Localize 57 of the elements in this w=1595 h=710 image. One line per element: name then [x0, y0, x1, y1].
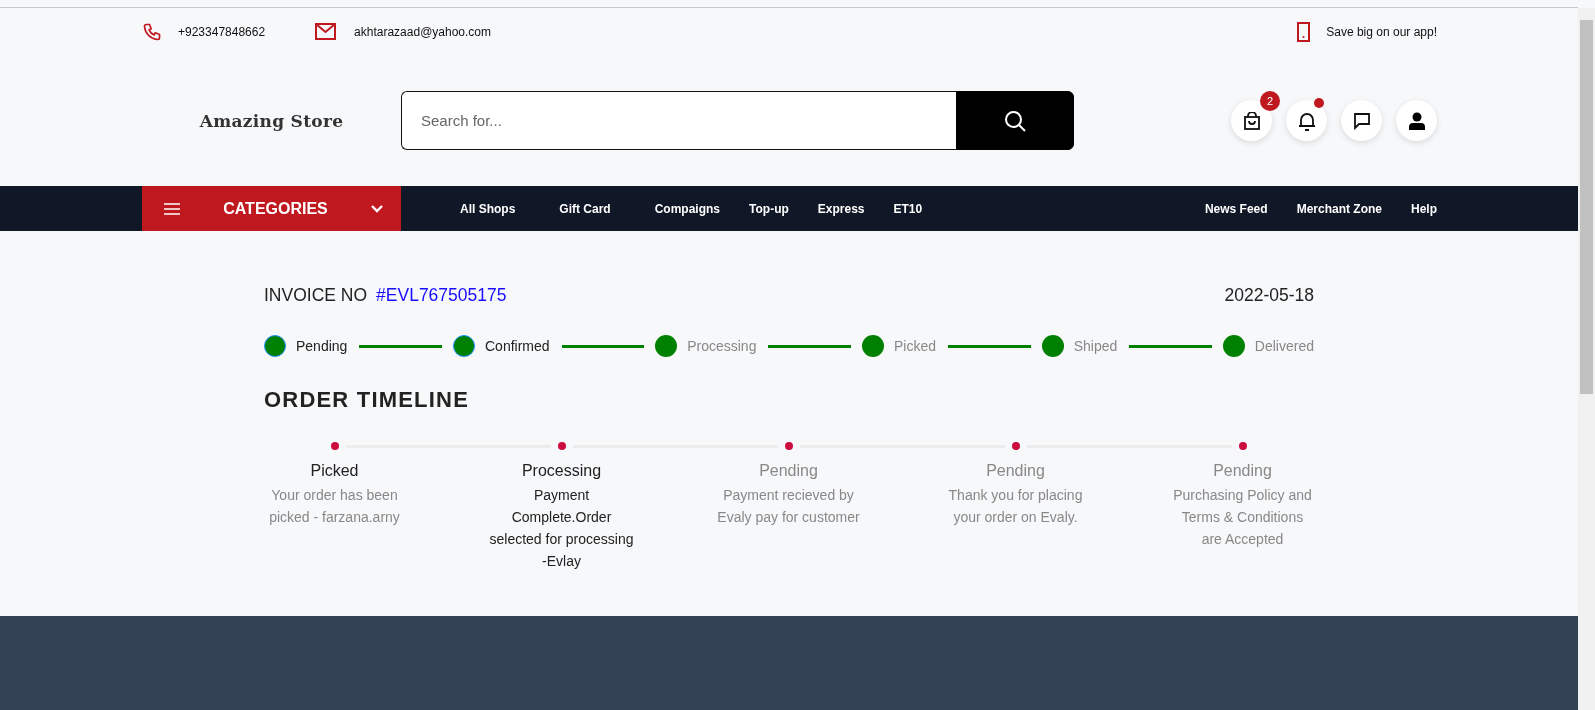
phone-icon: [142, 21, 162, 42]
timeline-title: Pending: [759, 462, 818, 480]
store-logo[interactable]: Amazing Store: [142, 110, 401, 131]
shopping-bag-icon: [1242, 111, 1261, 130]
section-title: ORDER TIMELINE: [264, 387, 471, 413]
invoice-number: #EVL767505175: [376, 285, 507, 306]
timeline-description: Thank you for placing your order on Evaly.: [947, 486, 1084, 527]
step-label: Shiped: [1073, 338, 1118, 354]
timeline-description: Payment recieved by Evaly pay for customer: [716, 486, 861, 527]
nav-link[interactable]: Merchant Zone: [1296, 201, 1382, 216]
timeline-dot: [330, 442, 339, 450]
nav-link[interactable]: Gift Card: [559, 201, 611, 216]
messages-button[interactable]: [1341, 100, 1382, 141]
timeline-title: Pending: [986, 462, 1045, 480]
timeline-description: Purchasing Policy and Terms & Conditions are Accepted: [1172, 486, 1313, 549]
email-address: akhtarazaad@yahoo.com: [354, 24, 492, 39]
search-icon: [1004, 109, 1026, 132]
cart-count-badge: 2: [1260, 91, 1280, 111]
nav-link[interactable]: Express: [817, 201, 865, 216]
notifications-button[interactable]: [1286, 100, 1327, 141]
app-promo-link[interactable]: Save big on our app!: [1326, 24, 1437, 39]
step-label: Processing: [687, 338, 757, 354]
mobile-phone-icon: [1297, 21, 1311, 42]
timeline-description: Payment Complete.Order selected for processing -Evlay: [489, 486, 634, 571]
nav-link[interactable]: News Feed: [1204, 201, 1268, 216]
phone-number: +923347848662: [178, 24, 266, 39]
search-button[interactable]: [956, 91, 1074, 150]
step-label: Pending: [296, 338, 348, 354]
timeline-dot: [557, 442, 566, 450]
nav-link[interactable]: Compaigns: [654, 201, 721, 216]
timeline-title: Pending: [1213, 462, 1272, 480]
step-label: Delivered: [1254, 338, 1314, 354]
timeline-dot: [1011, 442, 1020, 450]
timeline-dot: [1238, 442, 1247, 450]
timeline-dot: [784, 442, 793, 450]
search-field[interactable]: Search for...: [401, 91, 956, 150]
user-icon: [1408, 111, 1425, 130]
timeline-title: Processing: [521, 462, 602, 480]
bell-icon: [1297, 110, 1316, 131]
timeline-title: Picked: [310, 462, 359, 480]
chat-icon: [1352, 111, 1371, 130]
account-button[interactable]: [1396, 100, 1437, 141]
nav-link[interactable]: ET10: [893, 201, 923, 216]
scrollbar-thumb[interactable]: [1580, 20, 1593, 394]
menu-icon: [164, 202, 180, 215]
nav-link[interactable]: Top-up: [749, 201, 789, 216]
chevron-down-icon: [371, 204, 383, 213]
step-label: Picked: [894, 338, 937, 354]
invoice-label: INVOICE NO: [264, 285, 368, 306]
nav-link[interactable]: Help: [1411, 201, 1437, 216]
step-label: Confirmed: [485, 338, 550, 354]
categories-label: CATEGORIES: [222, 199, 329, 218]
categories-button[interactable]: CATEGORIES: [142, 186, 401, 231]
mail-icon: [315, 23, 337, 40]
invoice-date: 2022-05-18: [1224, 285, 1314, 306]
timeline-description: Your order has been picked - farzana.arny: [268, 486, 401, 527]
nav-link[interactable]: All Shops: [460, 201, 516, 216]
